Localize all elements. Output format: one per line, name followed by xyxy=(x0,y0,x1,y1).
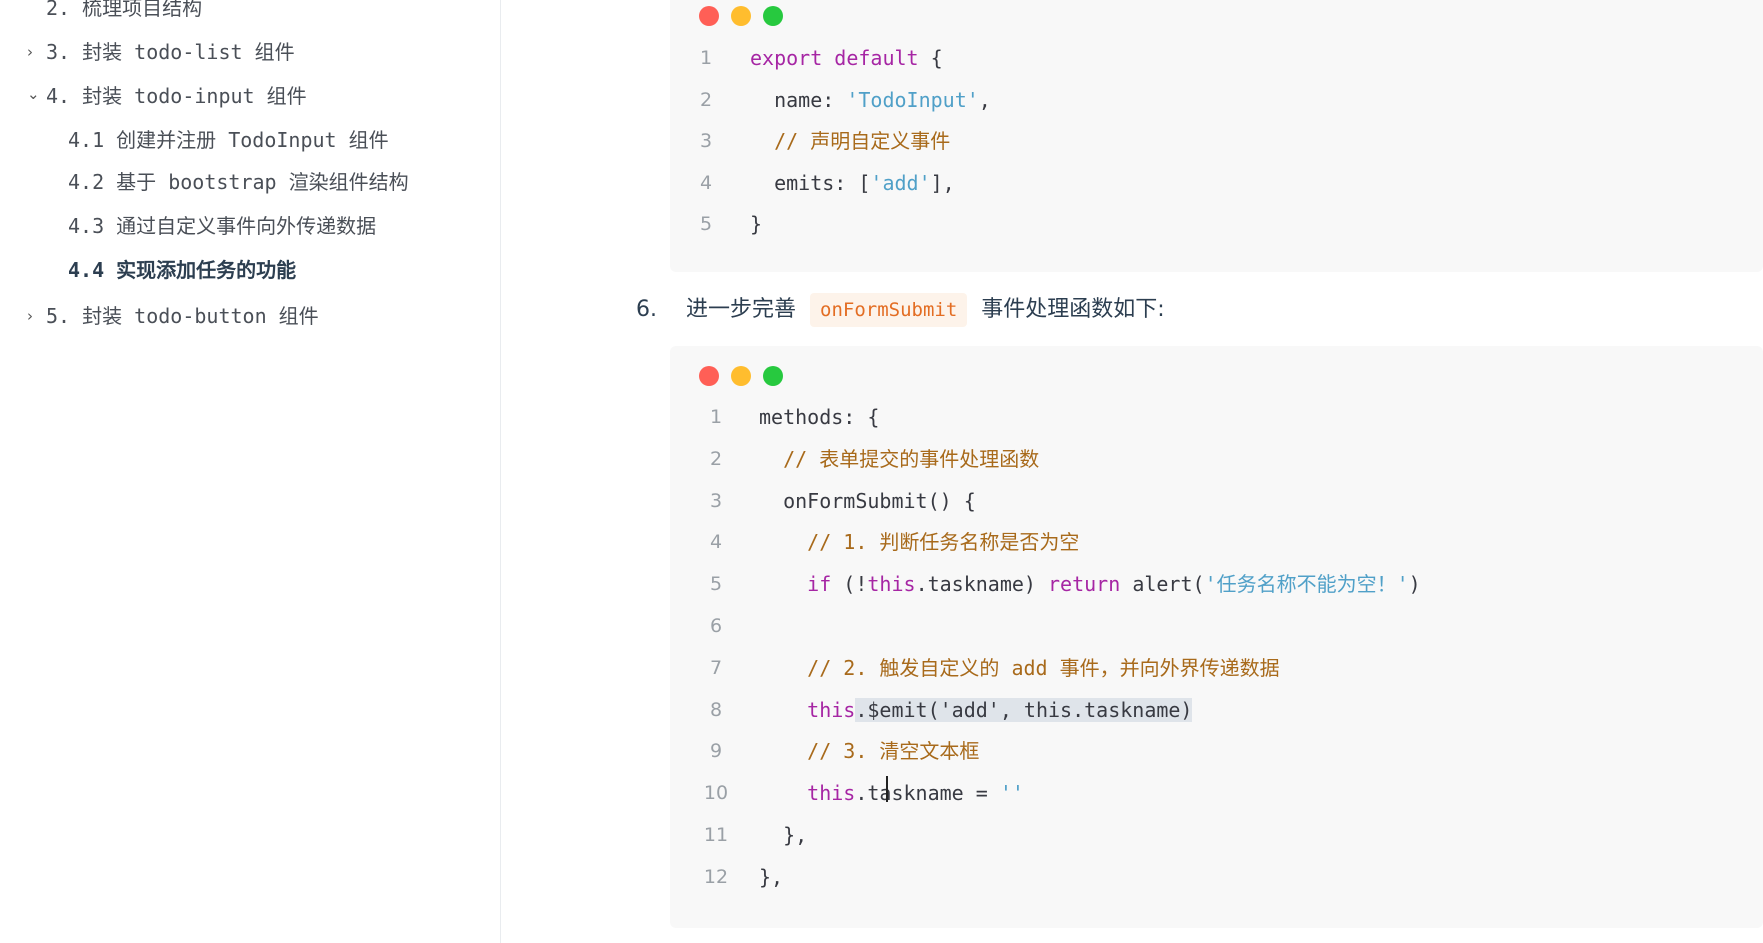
window-close-dot-icon xyxy=(699,366,719,386)
code-line: // 2. 触发自定义的 add 事件，并向外界传递数据 xyxy=(759,648,1280,688)
window-close-dot-icon xyxy=(699,6,719,26)
code-line: if (!this.taskname) return alert('任务名称不能… xyxy=(759,564,1421,604)
code-token: // 1. 判断任务名称是否为空 xyxy=(759,530,1080,555)
code-line: }, xyxy=(759,857,783,897)
step-text-before: 进一步完善 xyxy=(686,297,797,322)
code-token: '任务名称不能为空！' xyxy=(1204,572,1409,597)
line-number: 5 xyxy=(699,213,713,235)
code-token: 'add' xyxy=(870,170,931,195)
code-token: }, xyxy=(759,864,784,889)
code-token: if xyxy=(759,572,844,597)
code-token: this xyxy=(759,697,856,722)
line-number: 10 xyxy=(703,782,729,805)
step-number: 6. xyxy=(636,297,657,322)
toc-item-5[interactable]: 5. 封装 todo-button 组件 xyxy=(46,302,319,330)
code-token: .taskname) xyxy=(915,572,1049,597)
code-line: name: 'TodoInput', xyxy=(750,80,991,120)
code-line: emits: ['add'], xyxy=(750,163,955,203)
code-token: , xyxy=(978,87,991,112)
code-token: // 表单提交的事件处理函数 xyxy=(759,446,1040,471)
line-number: 3 xyxy=(699,130,713,152)
toc-item-2[interactable]: 2. 梳理项目结构 xyxy=(46,0,202,22)
code-token: ) xyxy=(1408,572,1421,597)
code-line: }, xyxy=(759,815,807,855)
code-line: methods: { xyxy=(759,397,879,437)
code-token: // 3. 清空文本框 xyxy=(759,739,980,764)
code-token: export default xyxy=(750,46,931,70)
window-maximize-dot-icon xyxy=(763,6,783,26)
code-token: emits: [ xyxy=(750,170,871,195)
line-number: 1 xyxy=(699,47,713,69)
code-token: this xyxy=(867,572,916,597)
toc-item-4-2[interactable]: 4.2 基于 bootstrap 渲染组件结构 xyxy=(68,168,409,196)
code-token: } xyxy=(750,212,763,236)
code-line: // 表单提交的事件处理函数 xyxy=(759,439,1039,479)
toc-sidebar: 2. 梳理项目结构 › 3. 封装 todo-list 组件 ⌄ 4. 封装 t… xyxy=(0,0,501,943)
line-number: 7 xyxy=(709,656,723,679)
code-token: '' xyxy=(999,781,1024,806)
line-number: 2 xyxy=(699,88,713,111)
window-minimize-dot-icon xyxy=(731,366,751,386)
code-line: onFormSubmit() { xyxy=(759,481,976,521)
code-token: methods: { xyxy=(759,405,880,429)
inline-code-onformsubmit: onFormSubmit xyxy=(810,293,968,327)
line-number: 12 xyxy=(703,865,729,888)
code-line: export default { xyxy=(750,38,943,78)
code-token: .taskname = xyxy=(855,781,1000,806)
line-number: 1 xyxy=(709,406,723,428)
code-token: (! xyxy=(843,572,868,597)
chevron-right-icon[interactable]: › xyxy=(27,302,33,330)
line-number: 5 xyxy=(709,573,723,596)
toc-item-4-1[interactable]: 4.1 创建并注册 TodoInput 组件 xyxy=(68,126,389,154)
code-line: } xyxy=(750,204,762,244)
code-token: // 2. 触发自定义的 add 事件，并向外界传递数据 xyxy=(759,655,1280,680)
toc-item-4-4-active[interactable]: 4.4 实现添加任务的功能 xyxy=(68,256,296,284)
code-token: .$emit('add', this.taskname) xyxy=(855,697,1193,722)
chevron-down-icon[interactable]: ⌄ xyxy=(27,80,40,108)
code-token: alert( xyxy=(1132,572,1205,597)
code-token: // 声明自定义事件 xyxy=(750,129,951,153)
code-line: this.taskname = '' xyxy=(759,773,1024,813)
line-number: 3 xyxy=(709,489,723,512)
chevron-right-icon[interactable]: › xyxy=(27,38,33,66)
line-number: 2 xyxy=(709,447,723,470)
code-line: // 1. 判断任务名称是否为空 xyxy=(759,522,1079,562)
toc-item-3[interactable]: 3. 封装 todo-list 组件 xyxy=(46,38,295,66)
line-number: 4 xyxy=(709,531,723,554)
step-6-text: 6. 进一步完善 onFormSubmit 事件处理函数如下: xyxy=(636,290,1165,330)
code-line: // 声明自定义事件 xyxy=(750,121,950,161)
code-token: this xyxy=(759,781,856,806)
line-number: 11 xyxy=(703,824,729,846)
code-line: // 3. 清空文本框 xyxy=(759,731,979,771)
code-token: return xyxy=(1048,572,1133,597)
line-number: 9 xyxy=(709,740,723,763)
line-number: 6 xyxy=(709,615,723,637)
code-line: this.$emit('add', this.taskname) xyxy=(759,690,1193,730)
code-token: ], xyxy=(930,170,955,195)
code-token: { xyxy=(930,46,943,70)
toc-item-4[interactable]: 4. 封装 todo-input 组件 xyxy=(46,82,307,110)
window-maximize-dot-icon xyxy=(763,366,783,386)
window-minimize-dot-icon xyxy=(731,6,751,26)
text-cursor-icon xyxy=(886,776,890,802)
code-token: }, xyxy=(759,823,808,847)
code-token: 'TodoInput' xyxy=(846,87,979,112)
line-number: 8 xyxy=(709,698,723,721)
code-token: name: xyxy=(750,87,847,112)
step-text-after: 事件处理函数如下: xyxy=(981,297,1165,322)
line-number: 4 xyxy=(699,171,713,194)
toc-item-4-3[interactable]: 4.3 通过自定义事件向外传递数据 xyxy=(68,212,376,240)
code-token: onFormSubmit() { xyxy=(759,488,976,513)
